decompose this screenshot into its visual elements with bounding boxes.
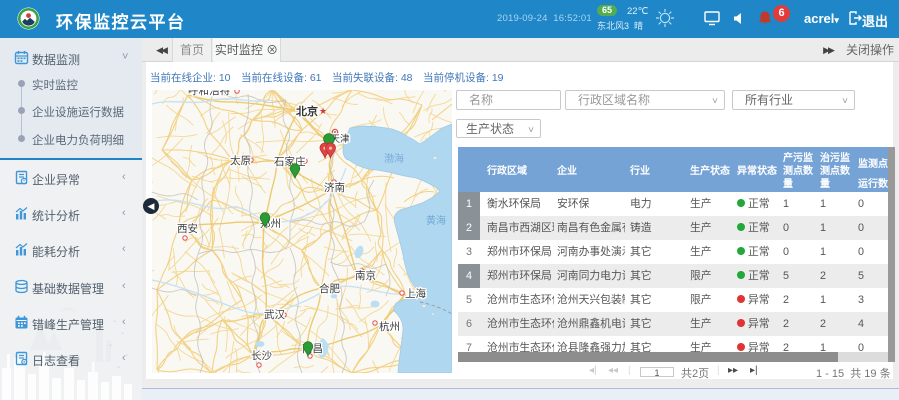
svg-text:杭州: 杭州 <box>379 320 400 333</box>
svg-text:合肥: 合肥 <box>319 282 340 295</box>
svg-text:⌄: ⌄ <box>108 342 113 348</box>
svg-text:黄海: 黄海 <box>426 214 446 227</box>
svg-text:石家庄: 石家庄 <box>274 155 306 168</box>
svg-text:太原: 太原 <box>230 154 251 167</box>
svg-text:呼和浩特: 呼和浩特 <box>188 90 230 97</box>
svg-text:济南: 济南 <box>324 181 345 194</box>
svg-text:南京: 南京 <box>355 269 376 282</box>
svg-text:上海: 上海 <box>405 287 426 300</box>
svg-text:西安: 西安 <box>177 222 198 235</box>
svg-text:北京: 北京 <box>296 104 318 118</box>
svg-text:渤海: 渤海 <box>384 152 404 165</box>
svg-text:★: ★ <box>319 106 327 116</box>
svg-text:武汉: 武汉 <box>264 308 285 321</box>
svg-text:长沙: 长沙 <box>251 350 272 362</box>
